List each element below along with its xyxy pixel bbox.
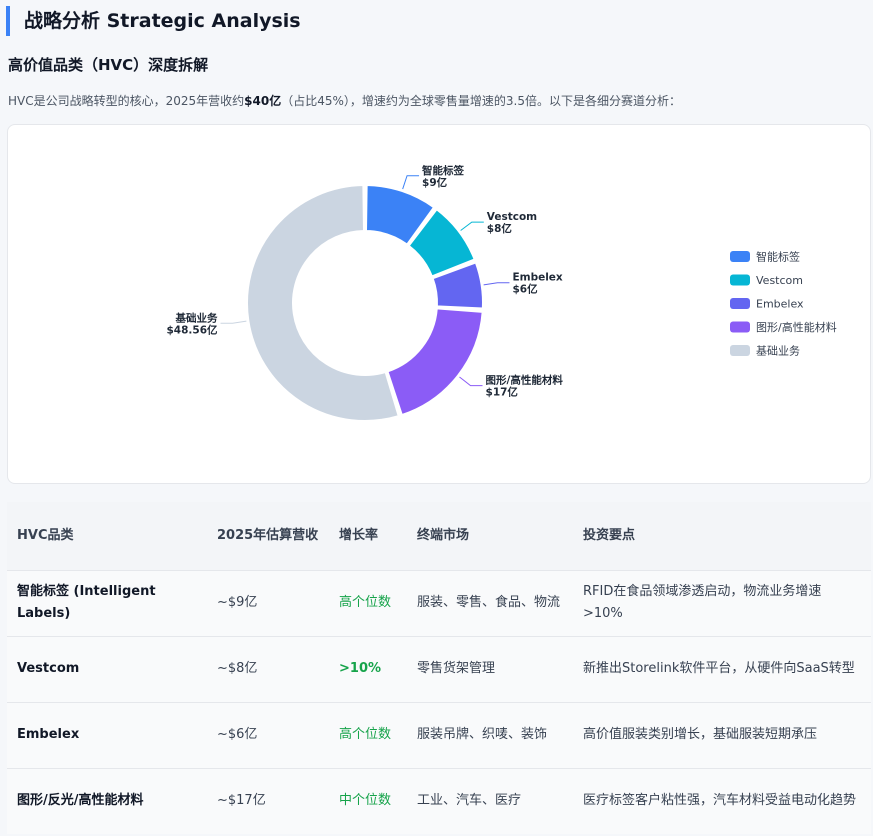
slice-label-value: $48.56亿 <box>167 323 219 336</box>
legend-swatch-1 <box>730 274 750 286</box>
cell-category: Embelex <box>7 701 207 768</box>
cell-investment-point: RFID在食品领域渗透启动，物流业务增速>10% <box>573 569 871 636</box>
legend-swatch-3 <box>730 321 750 333</box>
legend-label: 图形/高性能材料 <box>756 320 837 334</box>
legend-label: Embelex <box>756 298 804 311</box>
hvc-table: HVC品类 2025年估算营收 增长率 终端市场 投资要点 智能标签 (Inte… <box>7 502 871 834</box>
cell-growth: 中个位数 <box>329 767 407 834</box>
cell-revenue: ~$6亿 <box>207 701 329 768</box>
slice-label-name: 基础业务 <box>175 311 218 324</box>
header-revenue: 2025年估算营收 <box>217 527 319 543</box>
header-category: HVC品类 <box>17 527 74 543</box>
cell-category: 图形/反光/高性能材料 <box>7 767 207 834</box>
table-row: Embelex ~$6亿 高个位数 服装吊牌、织唛、装饰 高价值服装类别增长，基础服装短… <box>7 701 871 768</box>
leader-line-1 <box>460 221 484 231</box>
slice-label-value: $8亿 <box>487 222 513 235</box>
donut-labels: 智能标签$9亿 Vestcom$8亿 Embelex$6亿图形/高性能材料$17亿 基… <box>167 164 564 399</box>
header-growth: 增长率 <box>339 527 379 543</box>
legend-swatch-4 <box>730 345 750 356</box>
slice-label-name: Vestcom <box>487 211 537 223</box>
cell-market: 零售货架管理 <box>407 635 573 702</box>
slice-label-name: 智能标签 <box>421 164 464 177</box>
cell-market: 工业、汽车、医疗 <box>407 767 573 834</box>
cell-market: 服装、零售、食品、物流 <box>407 569 573 636</box>
intro-prefix: HVC是公司战略转型的核心，2025年营收约 <box>8 94 245 108</box>
donut-chart: 智能标签$9亿Vestcom$8亿Embelex$6亿图形/高性能材料$17亿基… <box>167 164 837 422</box>
intro-text: HVC是公司战略转型的核心，2025年营收约$40亿（占比45%），增速约为全球… <box>8 92 681 109</box>
slice-label-value: $9亿 <box>422 176 448 189</box>
intro-suffix: （占比45%），增速约为全球零售量增速的3.5倍。以下是各细分赛道分析： <box>281 94 681 108</box>
cell-revenue: ~$8亿 <box>207 635 329 702</box>
legend-swatch-0 <box>730 251 750 262</box>
hvc-table-wrap: HVC品类 2025年估算营收 增长率 终端市场 投资要点 智能标签 (Inte… <box>7 502 871 834</box>
slice-label-name: Embelex <box>512 272 562 284</box>
slice-label-value: $6亿 <box>512 283 538 296</box>
donut-chart-card: 智能标签 $9亿 Vestcom $8亿 Embelex $6亿 图形/高性能材料 $17亿基… <box>7 124 871 484</box>
chart-legend: 智能标签 Vestcom Embelex 图形/高性能材料基础业务 <box>730 250 837 358</box>
cell-revenue: ~$17亿 <box>207 767 329 834</box>
leader-line-0 <box>402 175 420 190</box>
slice-label-value: $17亿 <box>486 386 519 399</box>
donut-slices <box>246 184 484 422</box>
header-market: 终端市场 <box>417 527 470 543</box>
donut-slice-3 <box>386 307 484 417</box>
cell-growth: >10% <box>329 635 407 702</box>
table-row: Vestcom ~$8亿 >10% 零售货架管理 新推出Storelink软件平台，从硬… <box>7 635 871 702</box>
cell-growth: 高个位数 <box>329 569 407 636</box>
cell-category: Vestcom <box>7 635 207 702</box>
leader-line-2 <box>483 282 510 286</box>
table-row: 智能标签 (Intelligent Labels) ~$9亿 高个位数 服装、零售、食… <box>7 569 871 636</box>
cell-category: 智能标签 (Intelligent Labels) <box>7 569 207 636</box>
legend-label: Vestcom <box>756 274 803 287</box>
table-header-row: HVC品类 2025年估算营收 增长率 终端市场 投资要点 <box>7 502 871 570</box>
section-title: 高价值品类（HVC）深度拆解 <box>8 56 209 74</box>
slice-label-name: 图形/高性能材料 <box>486 374 564 387</box>
table-row: 图形/反光/高性能材料 ~$17亿 中个位数 工业、汽车、医疗 医疗标签客户粘性强，汽车… <box>7 767 871 834</box>
cell-market: 服装吊牌、织唛、装饰 <box>407 701 573 768</box>
page-title: 战略分析 Strategic Analysis <box>6 6 301 36</box>
cell-investment-point: 医疗标签客户粘性强，汽车材料受益电动化趋势 <box>573 767 871 834</box>
cell-growth: 高个位数 <box>329 701 407 768</box>
cell-revenue: ~$9亿 <box>207 569 329 636</box>
cell-investment-point: 新推出Storelink软件平台，从硬件向SaaS转型 <box>573 635 871 702</box>
legend-label: 智能标签 <box>756 250 800 264</box>
leader-line-4 <box>220 320 247 324</box>
cell-investment-point: 高价值服装类别增长，基础服装短期承压 <box>573 701 871 768</box>
leader-line-3 <box>459 376 483 387</box>
legend-swatch-2 <box>730 298 750 309</box>
header-investment-point: 投资要点 <box>583 527 636 543</box>
legend-label: 基础业务 <box>756 345 800 358</box>
intro-highlight: $40亿 <box>244 94 282 108</box>
